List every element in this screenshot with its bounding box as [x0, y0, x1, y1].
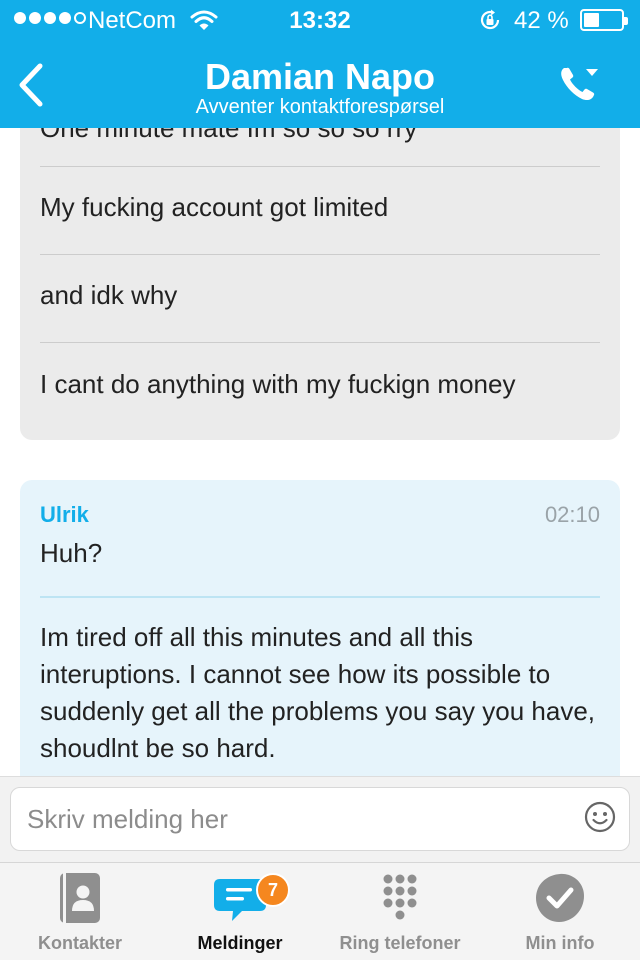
message-divider — [40, 596, 600, 598]
outgoing-message-bubble: Ulrik 02:10 Huh? Im tired off all this m… — [20, 480, 620, 776]
page-title: Damian Napo — [204, 56, 436, 97]
phone-call-icon[interactable] — [556, 62, 602, 104]
rotation-lock-icon — [480, 9, 500, 30]
tab-bar: Kontakter 7 Meldinger Ring telefoner Min… — [0, 862, 640, 960]
tab-label: Min info — [525, 933, 595, 953]
tab-label: Kontakter — [37, 933, 122, 953]
message-input[interactable] — [10, 787, 630, 851]
incoming-message-bubble: One minute mate Im so so so rry My fucki… — [20, 128, 620, 440]
battery-icon — [580, 9, 628, 31]
message-timestamp: 02:10 — [544, 502, 600, 527]
smiley-icon[interactable] — [584, 801, 616, 833]
sender-name: Ulrik — [40, 502, 89, 527]
message-text: and idk why — [40, 280, 178, 310]
message-text: My fucking account got limited — [40, 192, 389, 222]
message-composer — [0, 776, 640, 862]
profile-check-icon — [536, 873, 584, 922]
unread-badge: 7 — [256, 873, 290, 907]
tab-messages[interactable]: 7 Meldinger — [160, 863, 320, 960]
tab-label: Meldinger — [197, 933, 283, 953]
header: NetCom 13:32 42 % Damian Napo Avventer k… — [0, 0, 640, 128]
contact-status: Avventer kontaktforespørsel — [195, 96, 445, 118]
message-divider — [40, 166, 600, 167]
status-bar: NetCom 13:32 42 % — [0, 0, 640, 40]
message-text: Im tired off all this minutes and all th… — [40, 622, 596, 763]
keypad-icon — [383, 874, 417, 920]
message-divider — [40, 342, 600, 343]
tab-label: Ring telefoner — [339, 933, 461, 953]
message-divider — [40, 254, 600, 255]
battery-percent: 42 % — [514, 7, 569, 34]
message-text: I cant do anything with my fuckign money — [40, 369, 516, 399]
message-text: Huh? — [40, 538, 103, 568]
message-text: One minute mate Im so so so rry — [40, 128, 418, 143]
tab-my-info[interactable]: Min info — [480, 863, 640, 960]
message-list[interactable]: One minute mate Im so so so rry My fucki… — [0, 128, 640, 776]
tab-contacts[interactable]: Kontakter — [0, 863, 160, 960]
contacts-icon — [60, 873, 100, 923]
tab-call-phones[interactable]: Ring telefoner — [320, 863, 480, 960]
